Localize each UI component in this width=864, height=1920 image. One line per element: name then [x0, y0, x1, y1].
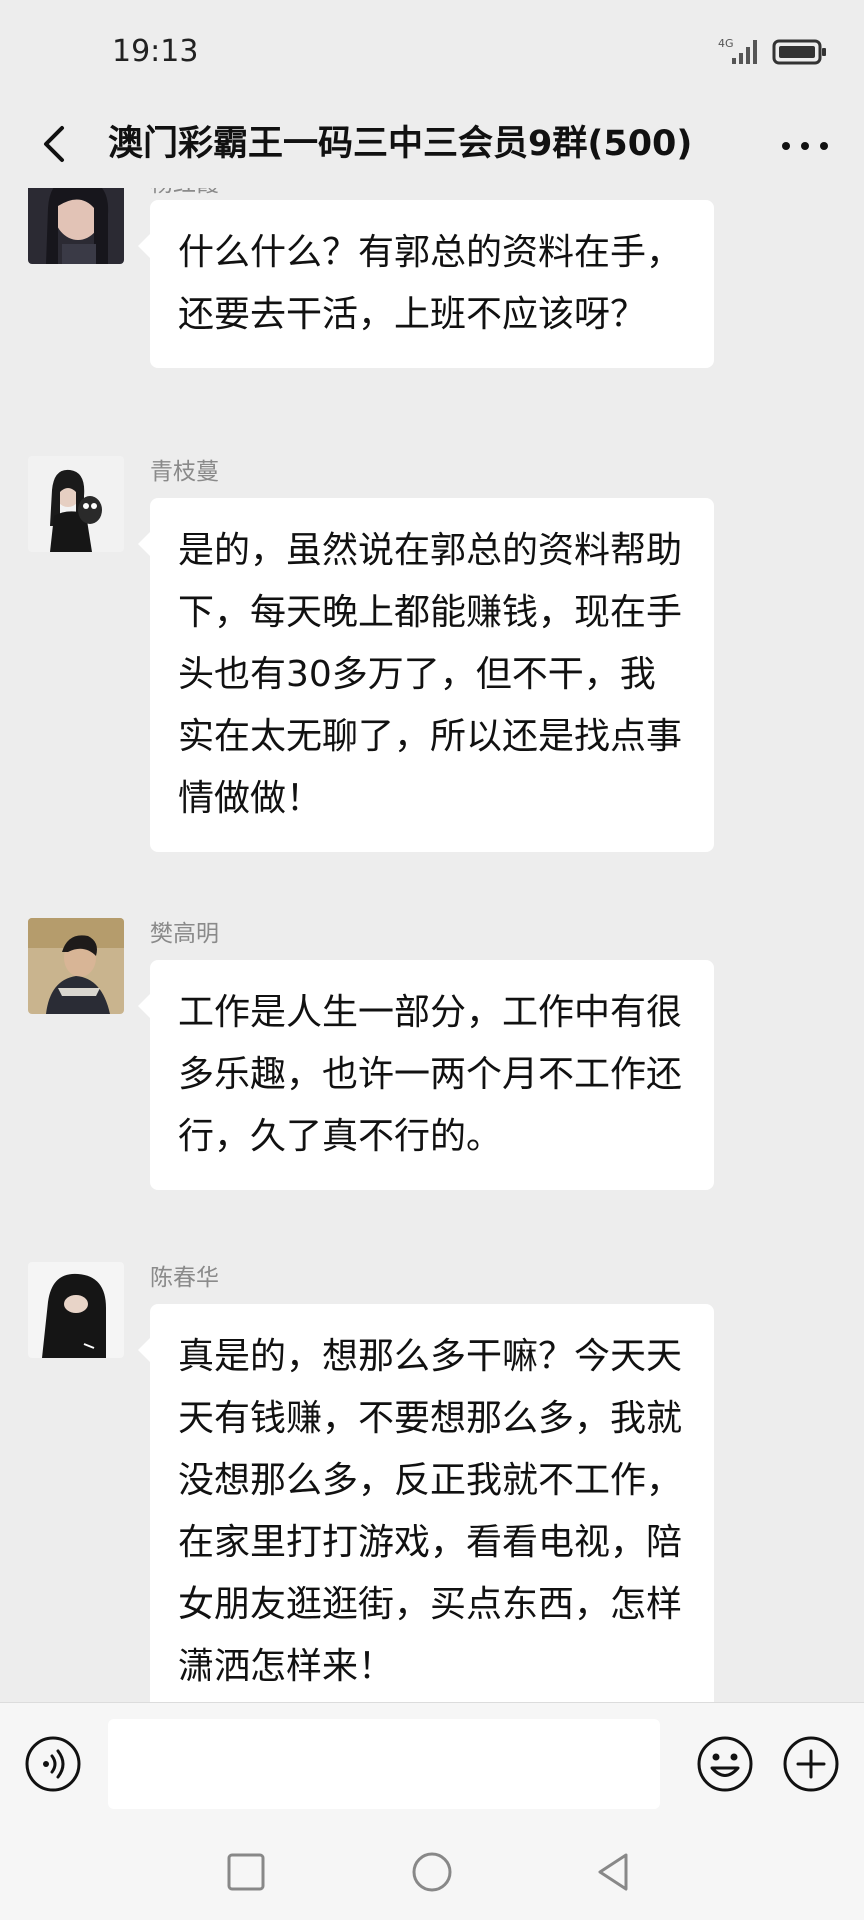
signal-icon: 4G [718, 37, 757, 64]
more-icon[interactable] [770, 114, 840, 174]
avatar[interactable] [28, 1262, 124, 1358]
message-bubble[interactable]: 是的，虽然说在郭总的资料帮助下，每天晚上都能赚钱，现在手头也有30多万了，但不干… [138, 498, 714, 852]
avatar[interactable] [28, 918, 124, 1014]
avatar[interactable] [28, 456, 124, 552]
message-input[interactable] [108, 1719, 660, 1809]
status-bar: 19:13 4G [0, 0, 864, 100]
sender-name: 陈春华 [150, 1265, 219, 1291]
sender-name: 杨红霞 [150, 188, 219, 200]
chat-header: 澳门彩霸王一码三中三会员9群(500) [0, 100, 864, 188]
plus-icon[interactable] [782, 1735, 840, 1793]
battery-icon [772, 39, 826, 65]
sender-name: 青枝蔓 [150, 459, 219, 485]
avatar[interactable] [28, 188, 124, 264]
system-navigation-bar [0, 1824, 864, 1920]
back-triangle-icon[interactable] [592, 1850, 636, 1894]
message-list[interactable]: 杨红霞 什么什么？有郭总的资料在手，还要去干活，上班不应该呀？ 青枝蔓 是的，虽… [0, 188, 864, 1702]
voice-icon[interactable] [24, 1735, 82, 1793]
chevron-left-icon[interactable] [26, 114, 86, 174]
chat-title: 澳门彩霸王一码三中三会员9群(500) [108, 124, 693, 164]
home-icon[interactable] [410, 1850, 454, 1894]
message-bubble[interactable]: 什么什么？有郭总的资料在手，还要去干活，上班不应该呀？ [138, 200, 714, 368]
message-bubble[interactable]: 工作是人生一部分，工作中有很多乐趣，也许一两个月不工作还行，久了真不行的。 [138, 960, 714, 1190]
sender-name: 樊高明 [150, 921, 219, 947]
message-bubble[interactable]: 真是的，想那么多干嘛？今天天天有钱赚，不要想那么多，我就没想那么多，反正我就不工… [138, 1304, 714, 1702]
input-bar [0, 1702, 864, 1825]
recent-apps-icon[interactable] [226, 1852, 266, 1892]
network-type: 4G [718, 37, 734, 50]
emoji-icon[interactable] [696, 1735, 754, 1793]
status-time: 19:13 [112, 34, 199, 69]
